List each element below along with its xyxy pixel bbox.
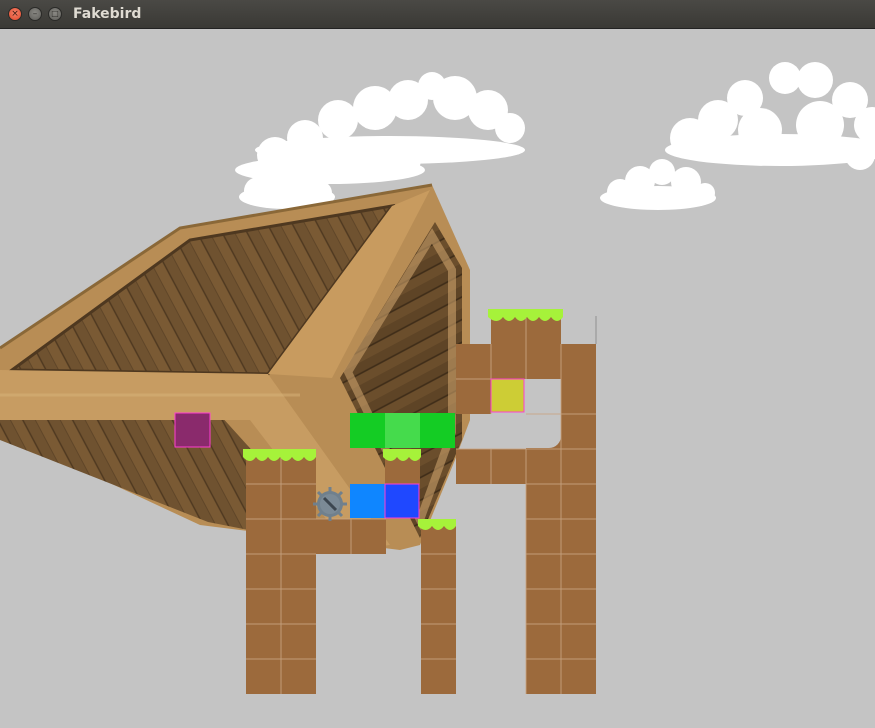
close-window-button[interactable]: ×	[8, 7, 22, 21]
purple-gem	[174, 412, 211, 448]
minimize-window-button[interactable]: –	[28, 7, 42, 21]
cloud-large-center	[235, 72, 525, 184]
game-canvas[interactable]	[0, 29, 875, 728]
window-titlebar: × – □ Fakebird	[0, 0, 875, 29]
maximize-icon: □	[51, 9, 59, 18]
yellow-gem	[490, 378, 525, 413]
spike-ball-icon	[313, 487, 347, 521]
minimize-icon: –	[32, 9, 38, 19]
cloud-large-right	[665, 62, 875, 170]
maximize-window-button[interactable]: □	[48, 7, 62, 21]
green-bird	[350, 413, 455, 448]
blue-bird	[350, 483, 420, 519]
cloud-small-right	[600, 159, 716, 210]
window-title: Fakebird	[73, 6, 142, 22]
close-icon: ×	[11, 9, 19, 19]
game-scene	[0, 62, 875, 694]
